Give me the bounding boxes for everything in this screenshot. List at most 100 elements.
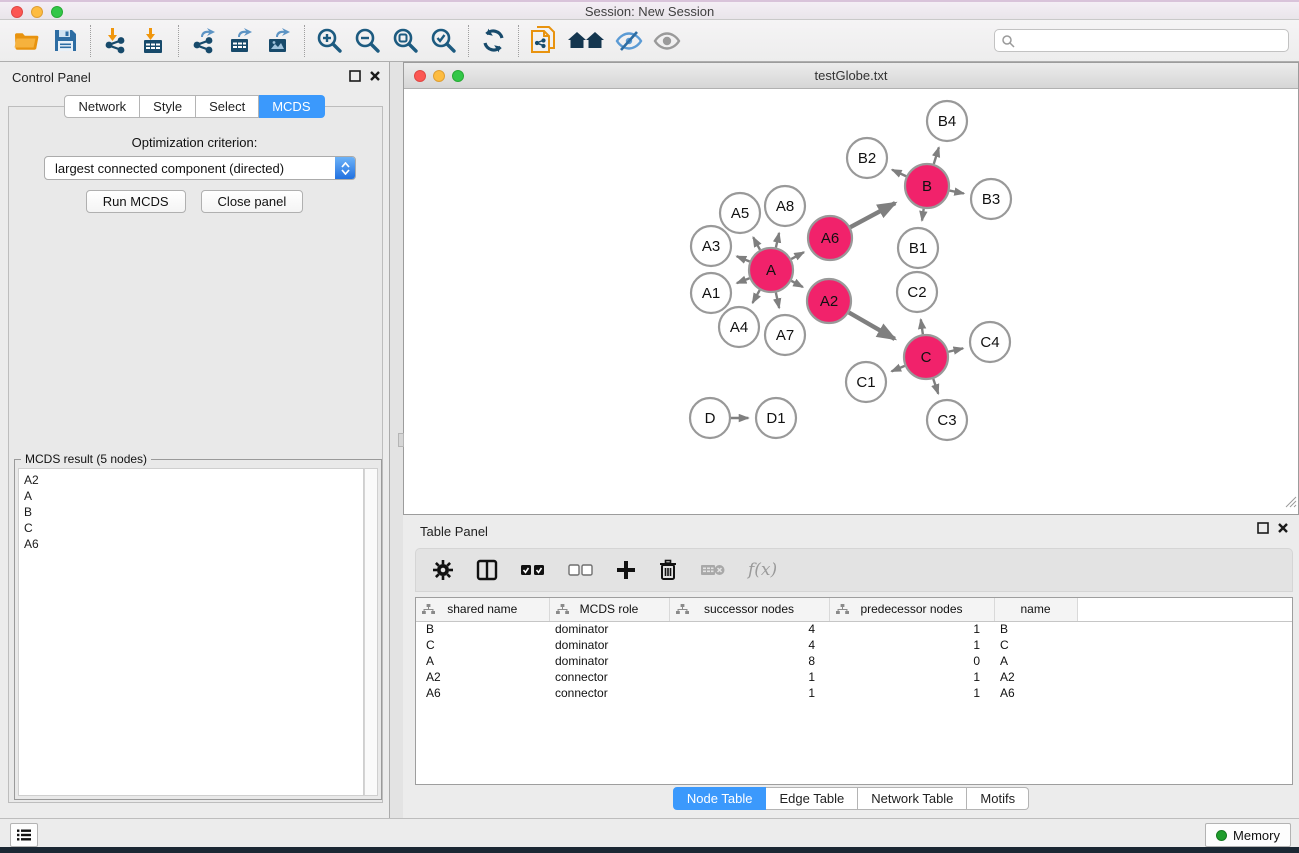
import-table-icon[interactable]	[138, 25, 168, 57]
tab-node-table[interactable]: Node Table	[673, 787, 767, 810]
graph-node-C[interactable]: C	[904, 335, 948, 379]
table-cell[interactable]: 1	[669, 669, 829, 685]
column-header-predecessor-nodes[interactable]: predecessor nodes	[829, 598, 994, 621]
graph-node-A8[interactable]: A8	[765, 186, 805, 226]
table-cell[interactable]: A2	[994, 669, 1077, 685]
import-network-icon[interactable]	[100, 25, 130, 57]
table-row[interactable]: A2connector11A2	[416, 669, 1292, 685]
tab-style[interactable]: Style	[140, 95, 196, 118]
network-canvas[interactable]: B4B2BB3A8A5A6A3B1AA1C2A2A4A7C4CC1C3DD1	[404, 90, 1298, 514]
graph-node-B1[interactable]: B1	[898, 228, 938, 268]
graph-node-C2[interactable]: C2	[897, 272, 937, 312]
column-header-MCDS-role[interactable]: MCDS role	[549, 598, 669, 621]
graph-node-B3[interactable]: B3	[971, 179, 1011, 219]
network-window-titlebar[interactable]: testGlobe.txt	[404, 63, 1298, 89]
edge-B-B1[interactable]	[922, 209, 924, 221]
graph-node-C1[interactable]: C1	[846, 362, 886, 402]
table-cell[interactable]: dominator	[549, 621, 669, 637]
table-row[interactable]: A6connector11A6	[416, 685, 1292, 701]
table-cell[interactable]: A6	[416, 685, 549, 701]
mcds-result-item[interactable]: A	[24, 488, 358, 504]
table-cell[interactable]: A	[416, 653, 549, 669]
mcds-result-item[interactable]: A2	[24, 472, 358, 488]
column-header-name[interactable]: name	[994, 598, 1077, 621]
edge-A6-B[interactable]	[850, 203, 895, 227]
table-cell[interactable]: 8	[669, 653, 829, 669]
edge-A-A4[interactable]	[753, 290, 760, 303]
table-row[interactable]: Adominator80A	[416, 653, 1292, 669]
graph-node-A3[interactable]: A3	[691, 226, 731, 266]
graph-node-A5[interactable]: A5	[720, 193, 760, 233]
gear-icon[interactable]	[432, 559, 454, 581]
open-folder-icon[interactable]	[12, 25, 42, 57]
splitter-handle[interactable]	[398, 433, 404, 447]
table-cell[interactable]: A6	[994, 685, 1077, 701]
graph-node-A7[interactable]: A7	[765, 315, 805, 355]
table-cell[interactable]: 1	[829, 621, 994, 637]
close-panel-button[interactable]: Close panel	[201, 190, 304, 213]
mcds-result-scrollbar[interactable]	[364, 468, 378, 796]
edge-C-C4[interactable]	[948, 348, 963, 351]
edge-C-C3[interactable]	[933, 379, 938, 394]
graph-node-A[interactable]: A	[749, 248, 793, 292]
mcds-result-item[interactable]: B	[24, 504, 358, 520]
node-table[interactable]: shared nameMCDS rolesuccessor nodesprede…	[415, 597, 1293, 785]
edge-A-A8[interactable]	[776, 233, 779, 247]
table-cell[interactable]: B	[994, 621, 1077, 637]
graph-node-B2[interactable]: B2	[847, 138, 887, 178]
edge-A2-C[interactable]	[849, 312, 895, 338]
columns-icon[interactable]	[476, 559, 498, 581]
table-cell[interactable]: 1	[829, 685, 994, 701]
graph-node-A2[interactable]: A2	[807, 279, 851, 323]
table-cell[interactable]: B	[416, 621, 549, 637]
table-cell[interactable]: 1	[669, 685, 829, 701]
network-document-icon[interactable]	[528, 25, 558, 57]
table-cell[interactable]: 4	[669, 621, 829, 637]
edge-B-B3[interactable]	[950, 191, 964, 194]
edge-C-C2[interactable]	[921, 319, 923, 334]
export-image-icon[interactable]	[264, 25, 294, 57]
edge-A-A6[interactable]	[791, 252, 804, 259]
graph-node-B4[interactable]: B4	[927, 101, 967, 141]
edge-A-A5[interactable]	[753, 237, 760, 249]
close-table-panel-icon[interactable]	[1277, 522, 1289, 534]
table-cell[interactable]: connector	[549, 685, 669, 701]
table-cell[interactable]: 1	[829, 669, 994, 685]
table-cell[interactable]: connector	[549, 669, 669, 685]
homes-icon[interactable]	[566, 25, 606, 57]
table-cell[interactable]: 4	[669, 637, 829, 653]
column-header-shared-name[interactable]: shared name	[416, 598, 549, 621]
zoom-selected-icon[interactable]	[428, 25, 458, 57]
edge-B-B2[interactable]	[892, 170, 906, 177]
column-header-successor-nodes[interactable]: successor nodes	[669, 598, 829, 621]
table-cell[interactable]: 0	[829, 653, 994, 669]
save-icon[interactable]	[50, 25, 80, 57]
zoom-in-icon[interactable]	[314, 25, 344, 57]
table-cell[interactable]: C	[994, 637, 1077, 653]
run-mcds-button[interactable]: Run MCDS	[86, 190, 186, 213]
tab-network-table[interactable]: Network Table	[858, 787, 967, 810]
graph-node-D[interactable]: D	[690, 398, 730, 438]
tab-network[interactable]: Network	[64, 95, 140, 118]
mcds-result-item[interactable]: C	[24, 520, 358, 536]
zoom-out-icon[interactable]	[352, 25, 382, 57]
mcds-result-item[interactable]: A6	[24, 536, 358, 552]
table-cell[interactable]: dominator	[549, 653, 669, 669]
mcds-result-list[interactable]: A2ABCA6	[18, 468, 364, 796]
table-cell[interactable]: A	[994, 653, 1077, 669]
deselect-all-icon[interactable]	[568, 563, 594, 577]
refresh-icon[interactable]	[478, 25, 508, 57]
resize-grip-icon[interactable]	[1284, 495, 1297, 513]
delete-icon[interactable]	[658, 559, 678, 581]
eye-icon[interactable]	[652, 25, 682, 57]
graph-node-A4[interactable]: A4	[719, 307, 759, 347]
add-icon[interactable]	[616, 560, 636, 580]
table-cell[interactable]: A2	[416, 669, 549, 685]
edge-A-A2[interactable]	[791, 281, 803, 287]
graph-node-C3[interactable]: C3	[927, 400, 967, 440]
tab-edge-table[interactable]: Edge Table	[766, 787, 858, 810]
graph-node-B[interactable]: B	[905, 164, 949, 208]
search-input[interactable]	[994, 29, 1289, 52]
tab-motifs[interactable]: Motifs	[967, 787, 1029, 810]
edge-A-A3[interactable]	[737, 256, 750, 261]
